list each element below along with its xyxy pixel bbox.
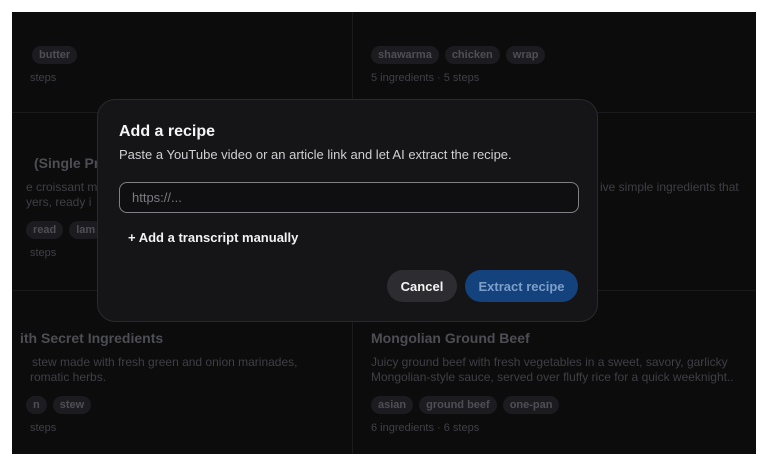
tag: one-pan bbox=[502, 396, 560, 414]
recipe-meta: 5 ingredients · 5 steps bbox=[371, 72, 480, 84]
tag: butter bbox=[32, 46, 78, 64]
recipe-description-line: yers, ready i bbox=[26, 195, 92, 209]
tag-list: asian ground beef one-pan bbox=[371, 396, 560, 414]
tag: shawarma bbox=[371, 46, 439, 64]
recipe-description-line: stew made with fresh green and onion mar… bbox=[32, 355, 298, 369]
tag-list: read lam bbox=[26, 221, 103, 239]
tag: read bbox=[26, 221, 64, 239]
recipe-description-line: romatic herbs. bbox=[30, 370, 107, 384]
recipe-meta: steps bbox=[30, 72, 57, 84]
recipe-title: ith Secret Ingredients bbox=[20, 330, 164, 346]
tag: ground beef bbox=[419, 396, 497, 414]
tag-list: butter bbox=[32, 46, 78, 64]
add-recipe-dialog: Add a recipe Paste a YouTube video or an… bbox=[97, 99, 598, 322]
tag-list: n stew bbox=[26, 396, 92, 414]
recipe-description-line: Juicy ground beef with fresh vegetables … bbox=[371, 355, 728, 369]
recipe-title: Mongolian Ground Beef bbox=[371, 330, 530, 346]
recipe-url-input[interactable] bbox=[119, 182, 579, 213]
extract-recipe-button[interactable]: Extract recipe bbox=[465, 270, 578, 302]
add-transcript-link[interactable]: + Add a transcript manually bbox=[128, 230, 298, 245]
recipe-meta: steps bbox=[30, 422, 57, 434]
dialog-title: Add a recipe bbox=[119, 123, 216, 140]
recipe-description-line: e croissant m bbox=[26, 180, 98, 194]
tag: chicken bbox=[444, 46, 500, 64]
recipe-meta: steps bbox=[30, 247, 57, 259]
tag-list: shawarma chicken wrap bbox=[371, 46, 546, 64]
cancel-button[interactable]: Cancel bbox=[387, 270, 457, 302]
recipe-description-line: Mongolian-style sauce, served over fluff… bbox=[371, 370, 734, 384]
tag: wrap bbox=[505, 46, 546, 64]
tag: stew bbox=[52, 396, 92, 414]
recipe-description-line: ive simple ingredients that bbox=[600, 180, 739, 194]
tag: asian bbox=[371, 396, 414, 414]
dialog-subtitle: Paste a YouTube video or an article link… bbox=[119, 147, 512, 162]
tag: n bbox=[26, 396, 47, 414]
recipe-meta: 6 ingredients · 6 steps bbox=[371, 422, 480, 434]
